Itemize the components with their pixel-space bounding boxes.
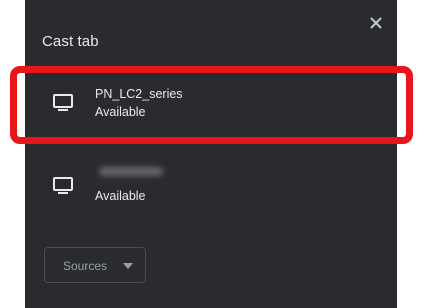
caret-down-icon [123, 263, 133, 269]
cast-device-status: Available [95, 105, 146, 119]
close-icon[interactable] [369, 16, 383, 30]
cast-device-item[interactable]: Available [25, 156, 397, 218]
cast-device-item[interactable]: PN_LC2_series Available [25, 73, 397, 135]
cast-device-status: Available [95, 189, 146, 203]
dialog-title: Cast tab [42, 33, 99, 50]
blurred-device-name [99, 167, 163, 176]
sources-label: Sources [63, 259, 108, 273]
tv-icon [52, 177, 74, 195]
tv-icon [52, 94, 74, 112]
sources-button[interactable]: Sources [44, 247, 146, 283]
cast-dialog: Cast tab PN_LC2_series Available Availab… [25, 0, 397, 308]
cast-device-name: PN_LC2_series [95, 87, 183, 101]
